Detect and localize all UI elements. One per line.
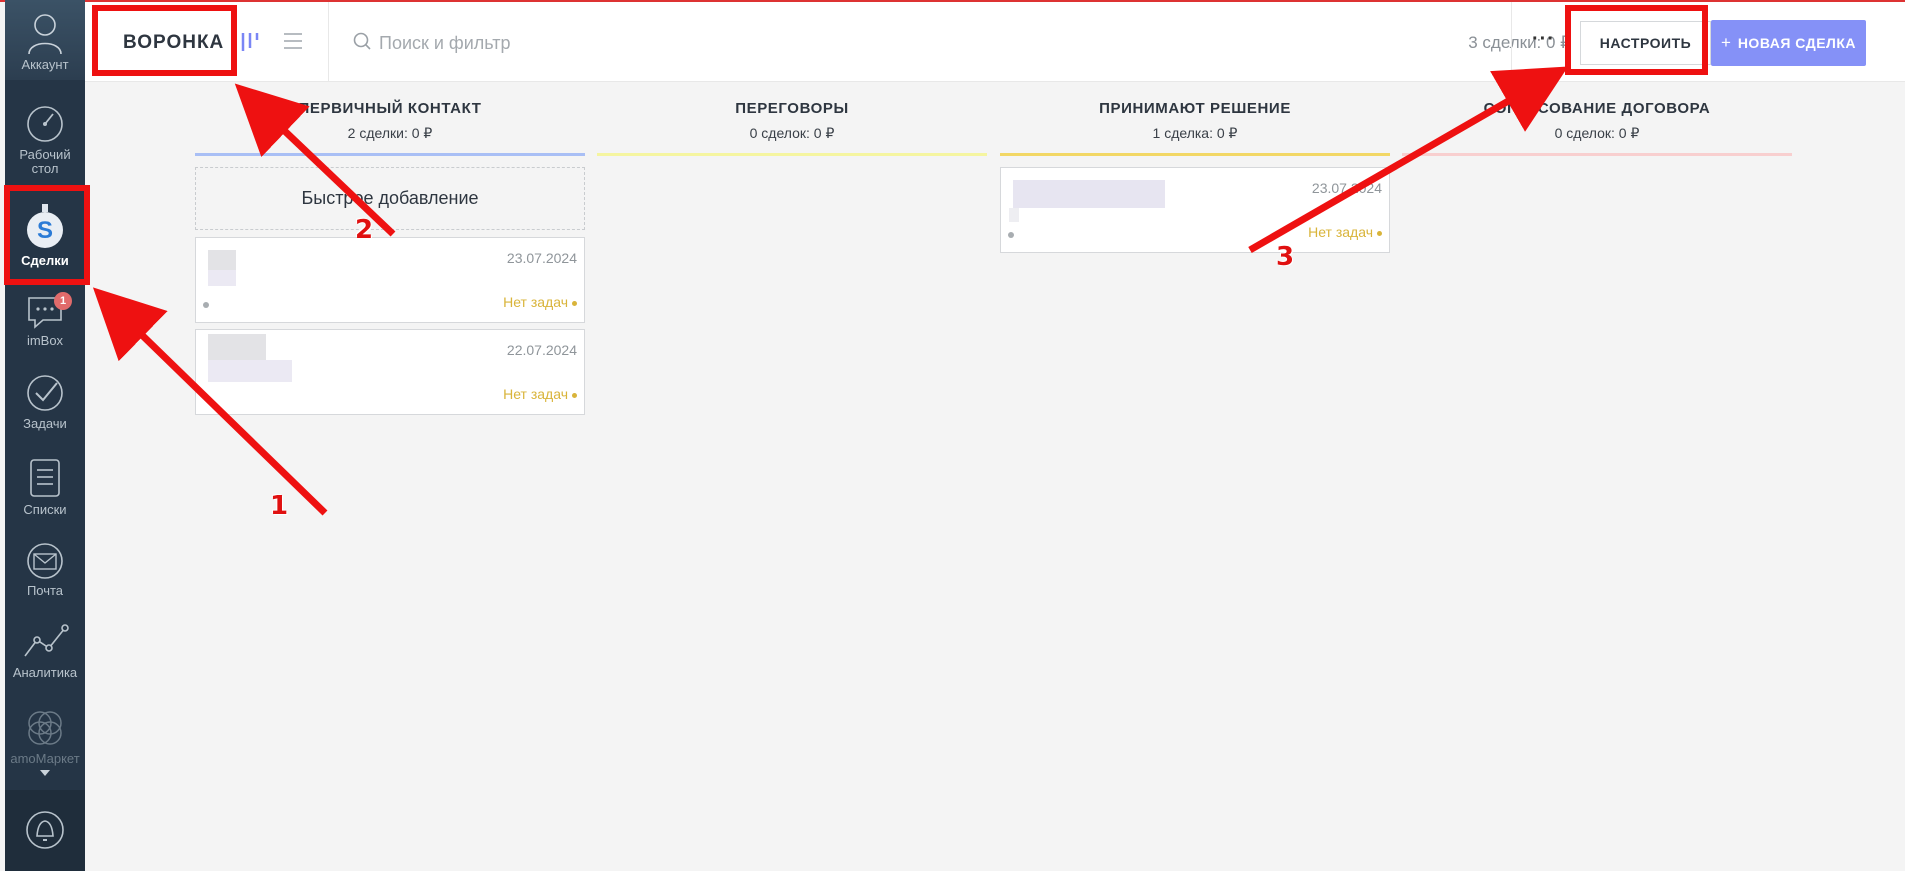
sidebar-item-tasks[interactable]: Задачи	[5, 373, 85, 431]
bell-icon	[26, 811, 64, 849]
deal-card[interactable]: 23.07.2024 Нет задач	[195, 237, 585, 323]
deal-tasks-status[interactable]: Нет задач	[503, 294, 577, 310]
annotation-number-1: 1	[270, 491, 289, 521]
task-dot	[572, 300, 577, 306]
stage-count: 0 сделок: 0 ₽	[1554, 125, 1640, 141]
blurred-deal-info	[208, 270, 236, 286]
divider	[1511, 2, 1512, 82]
kanban-view-icon[interactable]	[240, 30, 262, 52]
annotation-box-deals	[4, 185, 90, 285]
sidebar-item-analytics[interactable]: Аналитика	[5, 622, 85, 680]
stage-color-line	[1402, 153, 1792, 156]
deal-date: 23.07.2024	[1311, 180, 1382, 196]
sidebar-item-label: Списки	[23, 502, 67, 517]
deal-date: 22.07.2024	[506, 342, 577, 358]
sidebar-item-account[interactable]: Аккаунт	[5, 10, 85, 72]
stage-count: 2 сделки: 0 ₽	[347, 125, 433, 141]
sidebar-item-mail[interactable]: Почта	[5, 542, 85, 598]
deals-summary: 3 сделки: 0 ₽	[1468, 33, 1571, 52]
stage-column: ПЕРВИЧНЫЙ КОНТАКТ 2 сделки: 0 ₽	[195, 100, 585, 156]
search-icon	[353, 32, 371, 50]
annotation-number-3: 3	[1276, 242, 1295, 272]
new-deal-label: НОВАЯ СДЕЛКА	[1737, 35, 1857, 51]
sidebar-item-dashboard[interactable]: Рабочий стол	[5, 104, 85, 176]
stage-color-line	[195, 153, 585, 156]
sidebar-item-label: imBox	[26, 333, 64, 348]
sidebar-item-imbox[interactable]: 1 imBox	[5, 292, 85, 348]
sidebar-item-label: Задачи	[23, 416, 67, 431]
search-input[interactable]	[379, 30, 899, 56]
deal-tasks-status[interactable]: Нет задач	[503, 386, 577, 402]
task-dot	[572, 392, 577, 398]
imbox-unread-badge: 1	[54, 292, 72, 310]
status-dot	[1008, 232, 1014, 238]
stage-title: ПЕРЕГОВОРЫ	[735, 100, 849, 117]
sidebar: Аккаунт Рабочий стол S Сделки 1 imBox За…	[5, 0, 85, 871]
sidebar-item-label: Рабочий стол	[19, 147, 71, 176]
stage-column: ПРИНИМАЮТ РЕШЕНИЕ 1 сделка: 0 ₽	[1000, 100, 1390, 156]
analytics-icon	[24, 624, 69, 657]
sidebar-item-label: Почта	[26, 583, 64, 598]
stage-column: ПЕРЕГОВОРЫ 0 сделок: 0 ₽	[597, 100, 987, 156]
stage-count: 0 сделок: 0 ₽	[749, 125, 835, 141]
new-deal-button[interactable]: + НОВАЯ СДЕЛКА	[1711, 20, 1866, 66]
annotation-box-pipeline	[92, 5, 237, 76]
annotation-number-2: 2	[355, 215, 374, 245]
account-icon	[28, 14, 62, 54]
deal-tasks-label: Нет задач	[503, 294, 568, 310]
quick-add-button[interactable]: Быстрое добавление	[195, 167, 585, 230]
sidebar-item-label: Аккаунт	[21, 57, 69, 72]
deal-tasks-label: Нет задач	[503, 386, 568, 402]
status-dot	[203, 302, 209, 308]
app-root: Аккаунт Рабочий стол S Сделки 1 imBox За…	[0, 0, 1905, 871]
blurred-deal-name	[1013, 180, 1165, 208]
sidebar-item-market[interactable]: amoМаркет	[5, 708, 85, 776]
deal-card[interactable]: 22.07.2024 Нет задач	[195, 329, 585, 415]
stage-color-line	[1000, 153, 1390, 156]
more-options-button[interactable]: ···	[1532, 28, 1555, 51]
deal-tasks-label: Нет задач	[1308, 224, 1373, 240]
deal-tasks-status[interactable]: Нет задач	[1308, 224, 1382, 240]
list-view-icon[interactable]	[283, 31, 303, 51]
stage-color-line	[597, 153, 987, 156]
stage-column: СОГЛАСОВАНИЕ ДОГОВОРА 0 сделок: 0 ₽	[1402, 100, 1792, 156]
stage-count: 1 сделка: 0 ₽	[1152, 125, 1238, 141]
plus-icon: +	[1720, 33, 1732, 52]
stage-title: ПЕРВИЧНЫЙ КОНТАКТ	[298, 100, 482, 117]
blurred-deal-info	[208, 360, 292, 382]
tasks-icon	[27, 375, 63, 411]
sidebar-item-label: amoМаркет	[10, 751, 80, 766]
chevron-down-icon[interactable]	[40, 770, 50, 776]
blurred-deal-name	[208, 250, 236, 270]
dashboard-icon	[27, 106, 63, 142]
deal-card[interactable]: 23.07.2024 Нет задач	[1000, 167, 1390, 253]
mail-icon	[27, 543, 63, 579]
lists-icon	[30, 459, 60, 497]
divider	[328, 2, 329, 82]
stage-title: СОГЛАСОВАНИЕ ДОГОВОРА	[1483, 100, 1711, 117]
blurred-deal-name	[208, 334, 266, 362]
market-icon	[28, 711, 62, 745]
blurred-deal-info	[1009, 208, 1019, 222]
sidebar-item-label: Аналитика	[12, 665, 78, 680]
annotation-box-setup	[1565, 5, 1708, 75]
deal-date: 23.07.2024	[506, 250, 577, 266]
sidebar-item-lists[interactable]: Списки	[5, 457, 85, 517]
stage-title: ПРИНИМАЮТ РЕШЕНИЕ	[1099, 100, 1291, 117]
sidebar-item-notifications[interactable]	[5, 808, 85, 856]
task-dot	[1377, 230, 1382, 236]
